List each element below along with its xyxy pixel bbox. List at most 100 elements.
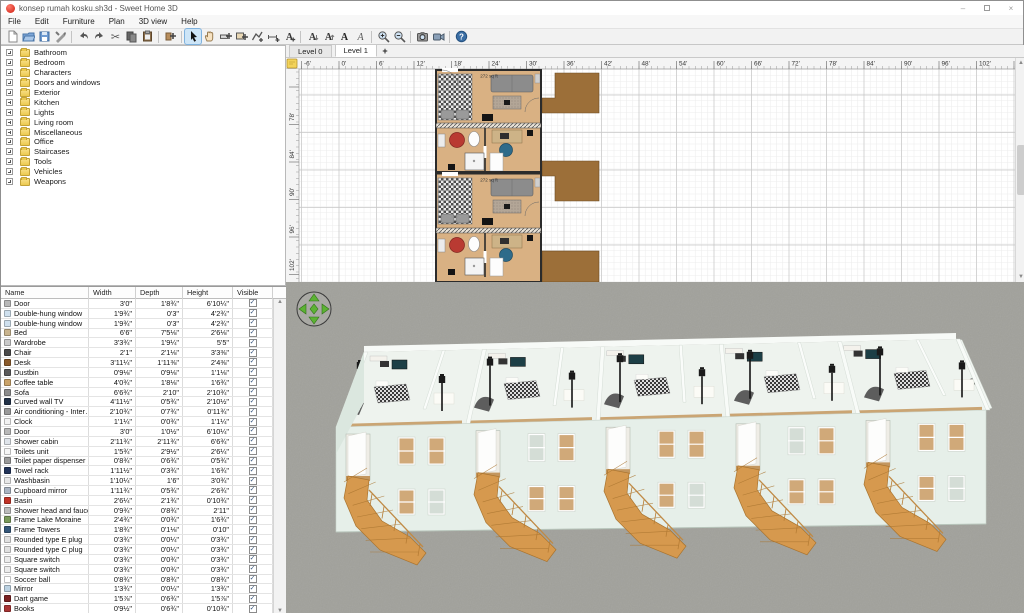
paste-button[interactable] — [139, 29, 155, 44]
scroll-up-icon[interactable]: ▲ — [277, 299, 283, 305]
category-doors-and-windows[interactable]: Doors and windows — [1, 78, 285, 88]
column-header-height[interactable]: Height — [183, 287, 233, 299]
visible-checkbox[interactable]: ✓ — [249, 398, 257, 406]
menu-plan[interactable]: Plan — [102, 15, 132, 28]
visible-checkbox[interactable]: ✓ — [249, 339, 257, 347]
furniture-row[interactable]: Chair2'1"2'1⅛"3'3⅜"✓ — [1, 348, 286, 358]
furniture-row[interactable]: Shower head and faucet0'9¾"0'8¾"2'11"✓ — [1, 506, 286, 516]
column-header-depth[interactable]: Depth — [136, 287, 183, 299]
category-miscellaneous[interactable]: Miscellaneous — [1, 127, 285, 137]
plan-view[interactable]: -6'0'6'12'18'24'30'36'42'48'54'60'66'72'… — [286, 58, 1024, 282]
category-weapons[interactable]: Weapons — [1, 177, 285, 187]
visible-checkbox[interactable]: ✓ — [249, 388, 257, 396]
visible-checkbox[interactable]: ✓ — [249, 477, 257, 485]
zoom-out-button[interactable] — [391, 29, 407, 44]
expand-icon[interactable] — [6, 89, 13, 96]
furniture-row[interactable]: Dustbin0'9⅛"0'9⅛"1'1⅛"✓ — [1, 368, 286, 378]
visible-checkbox[interactable]: ✓ — [249, 595, 257, 603]
expand-icon[interactable] — [6, 99, 13, 106]
furniture-row[interactable]: Door3'0"1'8¾"6'10¼"✓ — [1, 299, 286, 309]
visible-checkbox[interactable]: ✓ — [249, 378, 257, 386]
category-tools[interactable]: Tools — [1, 157, 285, 167]
visible-checkbox[interactable]: ✓ — [249, 427, 257, 435]
furniture-row[interactable]: Bed6'6"7'5⅛"2'6⅛"✓ — [1, 329, 286, 339]
menu-furniture[interactable]: Furniture — [56, 15, 102, 28]
furniture-row[interactable]: Rounded type E plug0'3¾"0'0¼"0'3¾"✓ — [1, 535, 286, 545]
furniture-row[interactable]: Toilets unit1'5¾"2'9½"2'6¼"✓ — [1, 447, 286, 457]
tab-level-0[interactable]: Level 0 — [289, 45, 332, 57]
furniture-row[interactable]: Desk3'11¼"1'11⅜"2'4⅜"✓ — [1, 358, 286, 368]
visible-checkbox[interactable]: ✓ — [249, 526, 257, 534]
furniture-row[interactable]: Toilet paper dispenser0'8¾"0'6¾"0'5¾"✓ — [1, 457, 286, 467]
expand-icon[interactable] — [6, 109, 13, 116]
visible-checkbox[interactable]: ✓ — [249, 447, 257, 455]
visible-checkbox[interactable]: ✓ — [249, 319, 257, 327]
increase-text-size-button[interactable]: A — [320, 29, 336, 44]
furniture-row[interactable]: Shower cabin2'11¾"2'11¾"6'6¾"✓ — [1, 437, 286, 447]
visible-checkbox[interactable]: ✓ — [249, 585, 257, 593]
furniture-row[interactable]: Square switch0'3¾"0'0¾"0'3¾"✓ — [1, 555, 286, 565]
add-text-button[interactable]: A — [281, 29, 297, 44]
tab-level-1[interactable]: Level 1 — [335, 44, 378, 57]
visible-checkbox[interactable]: ✓ — [249, 329, 257, 337]
expand-icon[interactable] — [6, 178, 13, 185]
expand-icon[interactable] — [6, 148, 13, 155]
category-office[interactable]: Office — [1, 137, 285, 147]
table-scrollbar[interactable]: ▲▼ — [273, 299, 286, 613]
copy-button[interactable] — [123, 29, 139, 44]
redo-button[interactable] — [91, 29, 107, 44]
add-furniture-button[interactable] — [162, 29, 178, 44]
visible-checkbox[interactable]: ✓ — [249, 358, 257, 366]
visible-checkbox[interactable]: ✓ — [249, 565, 257, 573]
furniture-row[interactable]: Soccer ball0'8¾"0'8¾"0'8¾"✓ — [1, 575, 286, 585]
visible-checkbox[interactable]: ✓ — [249, 575, 257, 583]
category-exterior[interactable]: Exterior — [1, 88, 285, 98]
furniture-row[interactable]: Clock1'1¼"0'0¾"1'1¼"✓ — [1, 417, 286, 427]
help-button[interactable]: ? — [453, 29, 469, 44]
expand-icon[interactable] — [6, 119, 13, 126]
expand-icon[interactable] — [6, 138, 13, 145]
furniture-row[interactable]: Double-hung window1'9¾"0'3"4'2¾"✓ — [1, 319, 286, 329]
furniture-row[interactable]: Rounded type C plug0'3¾"0'0¼"0'3¾"✓ — [1, 545, 286, 555]
visible-checkbox[interactable]: ✓ — [249, 496, 257, 504]
zoom-in-button[interactable] — [375, 29, 391, 44]
furniture-row[interactable]: Towel rack1'11½"0'3¾"1'6¾"✓ — [1, 466, 286, 476]
category-vehicles[interactable]: Vehicles — [1, 167, 285, 177]
furniture-row[interactable]: Cupboard mirror1'11¾"0'5¾"2'6¾"✓ — [1, 486, 286, 496]
furniture-row[interactable]: Square switch0'3¾"0'0¾"0'3¾"✓ — [1, 565, 286, 575]
furniture-row[interactable]: Frame Towers1'8¾"0'1⅛"0'10"✓ — [1, 525, 286, 535]
create-walls-button[interactable] — [217, 29, 233, 44]
furniture-row[interactable]: Wardrobe3'3¾"1'9¼"5'5"✓ — [1, 338, 286, 348]
undo-button[interactable] — [75, 29, 91, 44]
plan-vertical-scrollbar[interactable]: ▲ ▼ — [1015, 58, 1024, 282]
visible-checkbox[interactable]: ✓ — [249, 368, 257, 376]
open-button[interactable] — [20, 29, 36, 44]
category-characters[interactable]: Characters — [1, 68, 285, 78]
select-button[interactable] — [185, 29, 201, 44]
category-staircases[interactable]: Staircases — [1, 147, 285, 157]
furniture-row[interactable]: Washbasin1'10¼"1'6"3'0¾"✓ — [1, 476, 286, 486]
visible-checkbox[interactable]: ✓ — [249, 309, 257, 317]
italic-button[interactable]: A — [352, 29, 368, 44]
menu-file[interactable]: File — [1, 15, 28, 28]
expand-icon[interactable] — [6, 129, 13, 136]
3d-navigation-compass[interactable] — [297, 292, 331, 326]
column-header-visible[interactable]: Visible — [233, 287, 273, 299]
preferences-button[interactable] — [52, 29, 68, 44]
visible-checkbox[interactable]: ✓ — [249, 349, 257, 357]
photo-button[interactable] — [414, 29, 430, 44]
plan-canvas[interactable]: -6'0'6'12'18'24'30'36'42'48'54'60'66'72'… — [286, 58, 1015, 282]
create-rooms-button[interactable] — [233, 29, 249, 44]
furniture-row[interactable]: Mirror1'3¾"0'0¼"1'3¾"✓ — [1, 584, 286, 594]
scroll-up-icon[interactable]: ▲ — [1016, 58, 1024, 68]
visible-checkbox[interactable]: ✓ — [249, 457, 257, 465]
close-button[interactable]: × — [999, 1, 1023, 15]
furniture-row[interactable]: Frame Lake Moraine2'4¾"0'0¾"1'6¾"✓ — [1, 516, 286, 526]
visible-checkbox[interactable]: ✓ — [249, 546, 257, 554]
visible-checkbox[interactable]: ✓ — [249, 536, 257, 544]
visible-checkbox[interactable]: ✓ — [249, 486, 257, 494]
pan-button[interactable] — [201, 29, 217, 44]
decrease-text-size-button[interactable]: A — [304, 29, 320, 44]
furniture-row[interactable]: Double-hung window1'9¾"0'3"4'2¾"✓ — [1, 309, 286, 319]
visible-checkbox[interactable]: ✓ — [249, 516, 257, 524]
